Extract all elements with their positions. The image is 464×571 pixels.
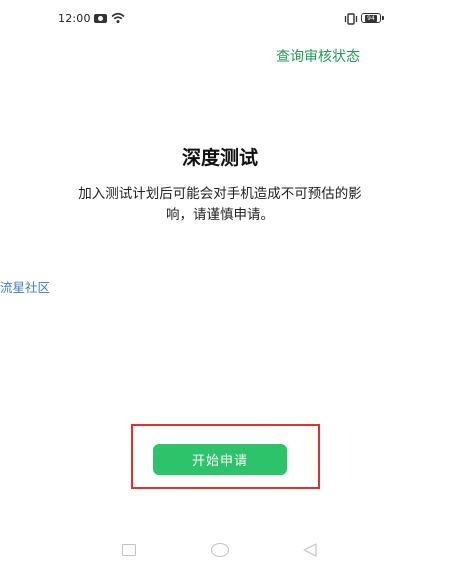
wifi-icon [111, 12, 125, 24]
battery-level: 94 [365, 14, 377, 22]
recent-apps-icon[interactable] [122, 544, 136, 556]
home-icon[interactable] [211, 543, 229, 557]
check-review-status-link[interactable]: 查询审核状态 [276, 46, 360, 66]
start-application-button[interactable]: 开始申请 [153, 444, 287, 475]
battery-icon: 94 [361, 13, 384, 23]
camera-icon [94, 14, 107, 23]
community-link[interactable]: 流星社区 [0, 277, 50, 296]
status-bar: 12:00 94 [0, 0, 464, 40]
screen: 12:00 94 查询审核状态 深度测试 加入测试计划后可能会对手机造成不可预估… [0, 0, 464, 571]
back-icon[interactable] [302, 543, 318, 557]
vibrate-icon [344, 13, 358, 25]
page-title: 深度测试 [181, 147, 258, 169]
warning-description: 加入测试计划后可能会对手机造成不可预估的影响，请谨慎申请。 [78, 186, 362, 223]
navigation-bar [0, 535, 464, 571]
status-time: 12:00 [58, 12, 91, 25]
